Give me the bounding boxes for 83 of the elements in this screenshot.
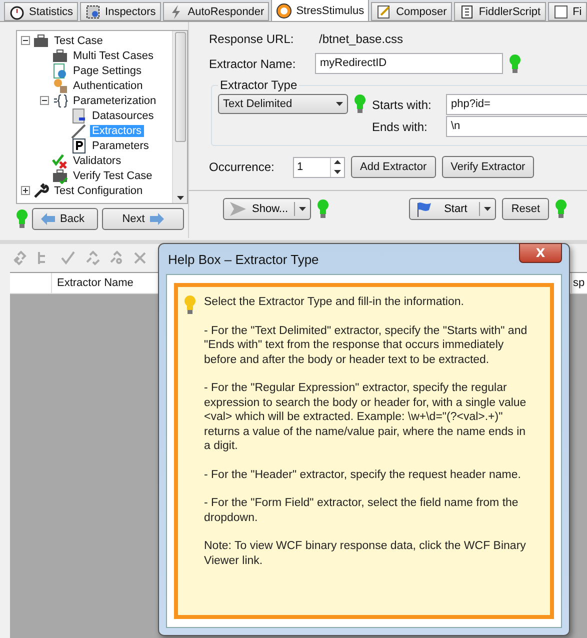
show-button[interactable]: Show... xyxy=(223,198,312,220)
tree-item[interactable]: Authentication xyxy=(71,80,145,92)
close-button[interactable]: X xyxy=(519,243,562,263)
delete-icon[interactable] xyxy=(132,250,148,266)
check-cross-icon xyxy=(52,152,68,168)
link-icon[interactable] xyxy=(12,250,28,266)
tab[interactable]: Fi xyxy=(548,2,587,21)
document-icon xyxy=(71,138,87,154)
action-button[interactable]: Verify Extractor xyxy=(442,156,534,178)
start-button[interactable]: Start xyxy=(409,198,496,220)
collapse-icon[interactable] xyxy=(21,36,30,45)
cursor-icon xyxy=(230,202,246,216)
help-text: - For the "Header" extractor, specify the request header name. xyxy=(204,468,522,482)
tree-item[interactable]: Parameterization xyxy=(71,94,158,106)
spin-up-icon xyxy=(334,160,341,164)
group-title: Extractor Type xyxy=(219,78,298,92)
help-text: - For the "Regular Expression" extractor, specify the regular expression to search the body or header for, with a single value <val> which will be extracted. Example: \w+\d="(?<val>.+)" returns a value of the name/value pair, where the name ends in a digit. xyxy=(204,381,528,454)
tree-item[interactable]: Test Case xyxy=(52,34,105,46)
lightbulb-icon xyxy=(317,199,330,219)
tab[interactable]: AutoResponder xyxy=(162,2,270,21)
input-field[interactable]: myRedirectID xyxy=(315,53,503,74)
caret-icon xyxy=(336,102,343,106)
action-button[interactable]: Add Extractor xyxy=(351,156,436,178)
number-spinner[interactable]: 1 xyxy=(293,156,345,178)
tab[interactable]: Composer xyxy=(371,2,452,21)
tree-item[interactable]: Multi Test Cases xyxy=(71,50,156,62)
tree-item[interactable]: Parameters xyxy=(90,140,151,152)
tree-item[interactable]: Verify Test Case xyxy=(71,170,154,182)
script-icon xyxy=(458,4,475,20)
scroll-down-icon xyxy=(176,196,184,200)
tab[interactable]: FiddlerScript xyxy=(454,2,546,21)
tab[interactable]: Statistics xyxy=(4,2,78,21)
lightbulb-icon xyxy=(509,54,521,74)
inspector-icon xyxy=(85,4,102,20)
wrench-icon xyxy=(33,182,49,198)
caret-icon xyxy=(299,207,306,211)
check-icon[interactable] xyxy=(60,250,76,266)
tab[interactable]: Inspectors xyxy=(80,2,161,21)
column-header[interactable]: sp xyxy=(572,273,587,293)
left-arrow-icon xyxy=(41,213,55,225)
tree-item[interactable]: Validators xyxy=(71,154,124,166)
right-arrow-icon xyxy=(150,213,164,225)
response-url: /btnet_base.css xyxy=(319,32,404,46)
type-dropdown[interactable]: Text Delimited xyxy=(218,94,348,114)
collapse-icon[interactable] xyxy=(40,96,49,105)
checkbox-icon xyxy=(552,4,569,20)
dialog-title: Help Box – Extractor Type xyxy=(168,252,319,266)
briefcase-icon xyxy=(33,32,49,48)
tree-item[interactable]: Datasources xyxy=(90,110,156,122)
input-field[interactable]: php?id= xyxy=(446,94,587,115)
scrollbar[interactable] xyxy=(172,31,187,203)
tab[interactable]: StresStimulus xyxy=(271,0,370,21)
lightbulb-icon xyxy=(354,94,366,114)
lightbulb-icon xyxy=(184,295,196,315)
pen-icon xyxy=(71,122,87,138)
lightbulb-icon xyxy=(16,209,28,229)
tree-item[interactable]: Page Settings xyxy=(71,64,144,76)
field-label: Occurrence: xyxy=(209,160,276,174)
flag-icon xyxy=(416,202,432,216)
expand-icon[interactable] xyxy=(21,186,30,195)
help-text: - For the "Text Delimited" extractor, specify the "Starts with" and "Ends with" text from the response that occurs immediately before and after the body or header text to be extracted. xyxy=(204,324,528,367)
help-text: Select the Extractor Type and fill-in the information. xyxy=(204,295,465,310)
field-label: Ends with: xyxy=(372,120,428,134)
user-lock-icon xyxy=(52,78,68,94)
stopwatch-icon xyxy=(9,4,25,20)
briefcases-icon xyxy=(52,48,68,64)
field-label: Extractor Name: xyxy=(209,56,297,70)
next-button[interactable]: Next xyxy=(102,208,184,230)
caret-icon xyxy=(484,207,492,211)
spin-down-icon xyxy=(334,170,341,174)
tree-item[interactable]: Test Configuration xyxy=(52,184,145,196)
lightbulb-icon xyxy=(555,199,568,219)
notepad-icon xyxy=(376,4,392,20)
reset-button[interactable]: Reset xyxy=(502,198,550,220)
input-field[interactable]: \n xyxy=(446,116,587,137)
page-icon xyxy=(52,62,68,78)
braces-icon xyxy=(52,92,68,108)
help-text: - For the "Form Field" extractor, select the field name from the dropdown. xyxy=(204,496,520,525)
back-button[interactable]: Back xyxy=(32,208,98,230)
briefcase-check-icon xyxy=(52,168,68,184)
field-label: Starts with: xyxy=(372,98,432,112)
field-label: Response URL: xyxy=(209,32,295,46)
help-text: Note: To view WCF binary response data, click the WCF Binary Viewer link. xyxy=(204,539,527,568)
